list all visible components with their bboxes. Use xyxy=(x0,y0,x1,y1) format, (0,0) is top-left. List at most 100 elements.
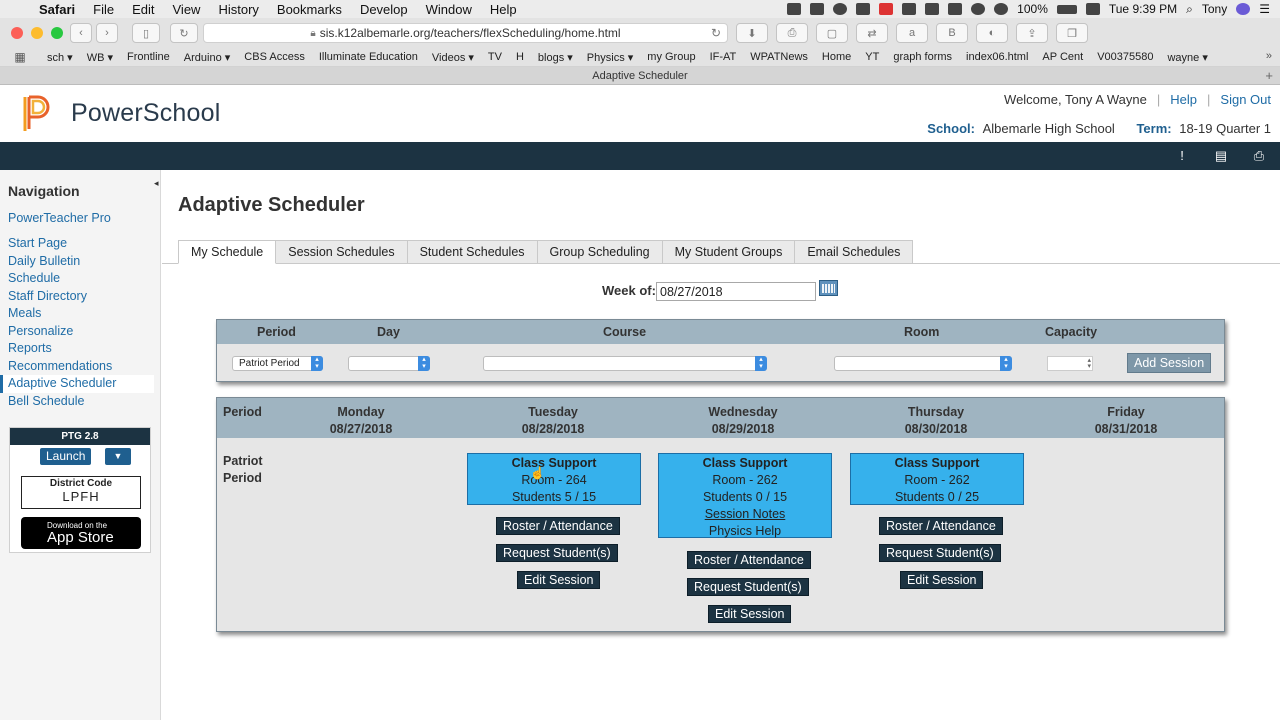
edit-session-button[interactable]: Edit Session xyxy=(708,605,792,623)
roster-attendance-button[interactable]: Roster / Attendance xyxy=(879,517,1003,535)
week-of-input[interactable] xyxy=(656,282,816,301)
nav-schedule[interactable]: Schedule xyxy=(8,271,60,285)
nav-adaptive-scheduler[interactable]: Adaptive Scheduler xyxy=(0,375,154,393)
keyboard-icon[interactable] xyxy=(1085,3,1100,15)
calendar-picker-icon[interactable] xyxy=(819,280,838,296)
top-sites-icon[interactable]: ▦ xyxy=(0,50,40,64)
tab-my-schedule[interactable]: My Schedule xyxy=(178,240,277,264)
nav-powerteacher-pro[interactable]: PowerTeacher Pro xyxy=(8,211,111,225)
print-icon[interactable]: ⎙ xyxy=(776,23,808,43)
app-store-badge[interactable]: Download on the App Store xyxy=(21,517,141,549)
add-session-button[interactable]: Add Session xyxy=(1127,353,1212,373)
bluetooth-icon[interactable] xyxy=(971,3,986,15)
tab-session-schedules[interactable]: Session Schedules xyxy=(276,240,408,264)
user-name[interactable]: Tony xyxy=(1202,2,1227,16)
amazon-icon[interactable]: a xyxy=(896,23,928,43)
mail-icon[interactable] xyxy=(810,3,825,15)
sidebar-toggle-icon[interactable]: ▯ xyxy=(132,23,160,43)
bookmark-item[interactable]: Frontline xyxy=(120,51,177,63)
sign-out-link[interactable]: Sign Out xyxy=(1220,92,1271,107)
document-icon[interactable]: ▤ xyxy=(1214,149,1228,163)
wifi-icon[interactable] xyxy=(994,3,1009,15)
bookmark-item[interactable]: sch ▾ xyxy=(40,51,80,64)
new-tab-icon[interactable]: + xyxy=(1265,67,1273,85)
bookmark-item[interactable]: YT xyxy=(858,51,886,63)
bookmark-item[interactable]: AP Cent xyxy=(1035,51,1090,63)
calendar-icon[interactable] xyxy=(879,3,894,15)
spotlight-icon[interactable]: ⌕ xyxy=(1186,2,1193,17)
tabs-overview-icon[interactable]: ❐ xyxy=(1056,23,1088,43)
powerschool-logo-icon[interactable] xyxy=(22,95,54,133)
bold-extension-icon[interactable]: B xyxy=(936,23,968,43)
roster-attendance-button[interactable]: Roster / Attendance xyxy=(496,517,620,535)
bookmark-item[interactable]: WPATNews xyxy=(743,51,815,63)
room-select[interactable]: ▴ ▾ xyxy=(834,356,1012,371)
sync-icon[interactable] xyxy=(833,3,848,15)
reader-icon[interactable]: ▢ xyxy=(816,23,848,43)
bookmark-item[interactable]: Home xyxy=(815,51,858,63)
session-card-tuesday[interactable]: Class Support Room - 264 Students 5 / 15 xyxy=(467,453,641,505)
edit-session-button[interactable]: Edit Session xyxy=(517,571,601,589)
nav-start-page[interactable]: Start Page xyxy=(8,236,67,250)
menu-view[interactable]: View xyxy=(164,2,210,17)
request-students-button[interactable]: Request Student(s) xyxy=(496,544,618,562)
share-icon[interactable] xyxy=(948,3,963,15)
day-select[interactable]: ▴ ▾ xyxy=(348,356,430,371)
bookmark-item[interactable]: my Group xyxy=(640,51,702,63)
drive-icon[interactable] xyxy=(856,3,871,15)
battery-percent[interactable]: 100% xyxy=(1017,2,1048,16)
close-window-icon[interactable] xyxy=(11,27,23,39)
powerschool-wordmark[interactable]: PowerSchool xyxy=(71,99,221,128)
zoom-window-icon[interactable] xyxy=(51,27,63,39)
nav-staff-directory[interactable]: Staff Directory xyxy=(8,289,87,303)
menu-history[interactable]: History xyxy=(209,2,267,17)
bookmark-item[interactable]: graph forms xyxy=(886,51,959,63)
share-page-icon[interactable]: ⇪ xyxy=(1016,23,1048,43)
forward-button[interactable]: › xyxy=(96,23,118,43)
bookmark-item[interactable]: index06.html xyxy=(959,51,1035,63)
nav-personalize[interactable]: Personalize xyxy=(8,324,73,338)
notification-center-icon[interactable]: ☰ xyxy=(1259,2,1270,16)
help-link[interactable]: Help xyxy=(1170,92,1197,107)
nav-daily-bulletin[interactable]: Daily Bulletin xyxy=(8,254,80,268)
bookmarks-overflow-icon[interactable]: » xyxy=(1266,50,1272,62)
bookmark-item[interactable]: Illuminate Education xyxy=(312,51,425,63)
nav-recommendations[interactable]: Recommendations xyxy=(8,359,112,373)
period-select[interactable]: Patriot Period ▴ ▾ xyxy=(232,356,323,371)
edit-session-button[interactable]: Edit Session xyxy=(900,571,984,589)
tab-student-schedules[interactable]: Student Schedules xyxy=(407,240,538,264)
course-select[interactable]: ▴ ▾ xyxy=(483,356,767,371)
launch-button[interactable]: Launch xyxy=(40,448,92,465)
roster-attendance-button[interactable]: Roster / Attendance xyxy=(687,551,811,569)
reload-page-icon[interactable]: ↻ xyxy=(170,23,198,43)
bookmark-item[interactable]: TV xyxy=(481,51,509,63)
menu-help[interactable]: Help xyxy=(481,2,526,17)
session-notes-link[interactable]: Session Notes xyxy=(659,506,831,523)
session-card-thursday[interactable]: Class Support Room - 262 Students 0 / 25 xyxy=(850,453,1024,505)
nav-meals[interactable]: Meals xyxy=(8,306,41,320)
stepper-arrows-icon[interactable]: ▴ ▾ xyxy=(1087,357,1091,370)
menu-edit[interactable]: Edit xyxy=(123,2,163,17)
menu-develop[interactable]: Develop xyxy=(351,2,417,17)
printer-icon[interactable]: ⎙ xyxy=(1252,149,1266,163)
tab-title[interactable]: Adaptive Scheduler xyxy=(592,70,687,82)
tab-email-schedules[interactable]: Email Schedules xyxy=(795,240,914,264)
siri-icon[interactable] xyxy=(1236,3,1251,15)
bookmark-item[interactable]: Videos ▾ xyxy=(425,51,481,64)
shield-icon[interactable]: ◐ xyxy=(976,23,1008,43)
menu-safari[interactable]: Safari xyxy=(30,2,84,17)
menu-bookmarks[interactable]: Bookmarks xyxy=(268,2,351,17)
request-students-button[interactable]: Request Student(s) xyxy=(879,544,1001,562)
bookmark-item[interactable]: H xyxy=(509,51,531,63)
alert-icon[interactable]: ! xyxy=(1175,149,1189,163)
bookmark-item[interactable]: blogs ▾ xyxy=(531,51,580,64)
activity-icon[interactable] xyxy=(902,3,917,15)
bookmark-item[interactable]: wayne ▾ xyxy=(1160,51,1214,64)
nav-bell-schedule[interactable]: Bell Schedule xyxy=(8,394,84,408)
bookmark-item[interactable]: Physics ▾ xyxy=(580,51,640,64)
dictation-icon[interactable] xyxy=(925,3,940,15)
tab-group-scheduling[interactable]: Group Scheduling xyxy=(537,240,663,264)
bookmark-item[interactable]: Arduino ▾ xyxy=(177,51,238,64)
nav-reports[interactable]: Reports xyxy=(8,341,52,355)
address-bar[interactable]: 🔒︎ sis.k12albemarle.org/teachers/flexSch… xyxy=(203,23,728,43)
